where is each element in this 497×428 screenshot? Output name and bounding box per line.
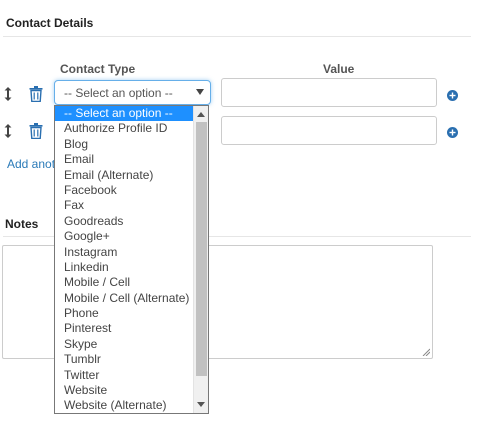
plus-circle-icon[interactable] <box>447 90 458 101</box>
contact-details-title: Contact Details <box>6 16 94 30</box>
notes-title: Notes <box>5 217 39 231</box>
dropdown-option[interactable]: Mobile / Cell <box>55 275 194 290</box>
value-input[interactable] <box>221 116 437 145</box>
dropdown-option[interactable]: Website (Alternate) <box>55 398 194 413</box>
scroll-up-icon[interactable] <box>197 112 205 117</box>
scrollbar-thumb[interactable] <box>196 122 207 376</box>
dropdown-option[interactable]: Google+ <box>55 229 194 244</box>
contact-details-divider <box>3 36 471 37</box>
dropdown-scrollbar[interactable] <box>193 106 208 413</box>
dropdown-option[interactable]: Goodreads <box>55 214 194 229</box>
contact-type-select-value: -- Select an option -- <box>64 86 173 100</box>
value-input[interactable] <box>221 78 437 107</box>
drag-handle-icon[interactable] <box>4 87 12 101</box>
dropdown-option[interactable]: Skype <box>55 337 194 352</box>
caret-down-icon <box>196 89 204 95</box>
dropdown-option[interactable]: Linkedin <box>55 260 194 275</box>
drag-handle-icon[interactable] <box>4 124 12 138</box>
dropdown-option[interactable]: Website <box>55 383 194 398</box>
dropdown-option[interactable]: Blog <box>55 137 194 152</box>
dropdown-option[interactable]: Fax <box>55 198 194 213</box>
dropdown-option[interactable]: Email (Alternate) <box>55 168 194 183</box>
dropdown-options: -- Select an option -- Authorize Profile … <box>55 106 194 414</box>
dropdown-option[interactable]: Facebook <box>55 183 194 198</box>
add-another-link[interactable]: Add anot <box>7 157 55 171</box>
scroll-down-icon[interactable] <box>197 402 205 407</box>
dropdown-option[interactable]: Tumblr <box>55 352 194 367</box>
dropdown-option[interactable]: Twitter <box>55 368 194 383</box>
dropdown-option[interactable]: Email <box>55 152 194 167</box>
plus-circle-icon[interactable] <box>447 127 458 138</box>
trash-icon[interactable] <box>29 86 43 102</box>
dropdown-option[interactable]: Phone <box>55 306 194 321</box>
contact-type-select[interactable]: -- Select an option -- <box>54 80 211 105</box>
trash-icon[interactable] <box>29 123 43 139</box>
value-column-header: Value <box>323 62 355 76</box>
dropdown-option[interactable]: Instagram <box>55 245 194 260</box>
resize-grip-icon[interactable] <box>422 348 430 356</box>
dropdown-option[interactable]: Mobile / Cell (Alternate) <box>55 291 194 306</box>
dropdown-option[interactable]: Pinterest <box>55 321 194 336</box>
dropdown-option[interactable]: Authorize Profile ID <box>55 121 194 136</box>
contact-type-column-header: Contact Type <box>60 62 136 76</box>
contact-type-dropdown[interactable]: -- Select an option -- Authorize Profile … <box>54 105 209 414</box>
dropdown-option[interactable]: -- Select an option -- <box>55 106 194 122</box>
